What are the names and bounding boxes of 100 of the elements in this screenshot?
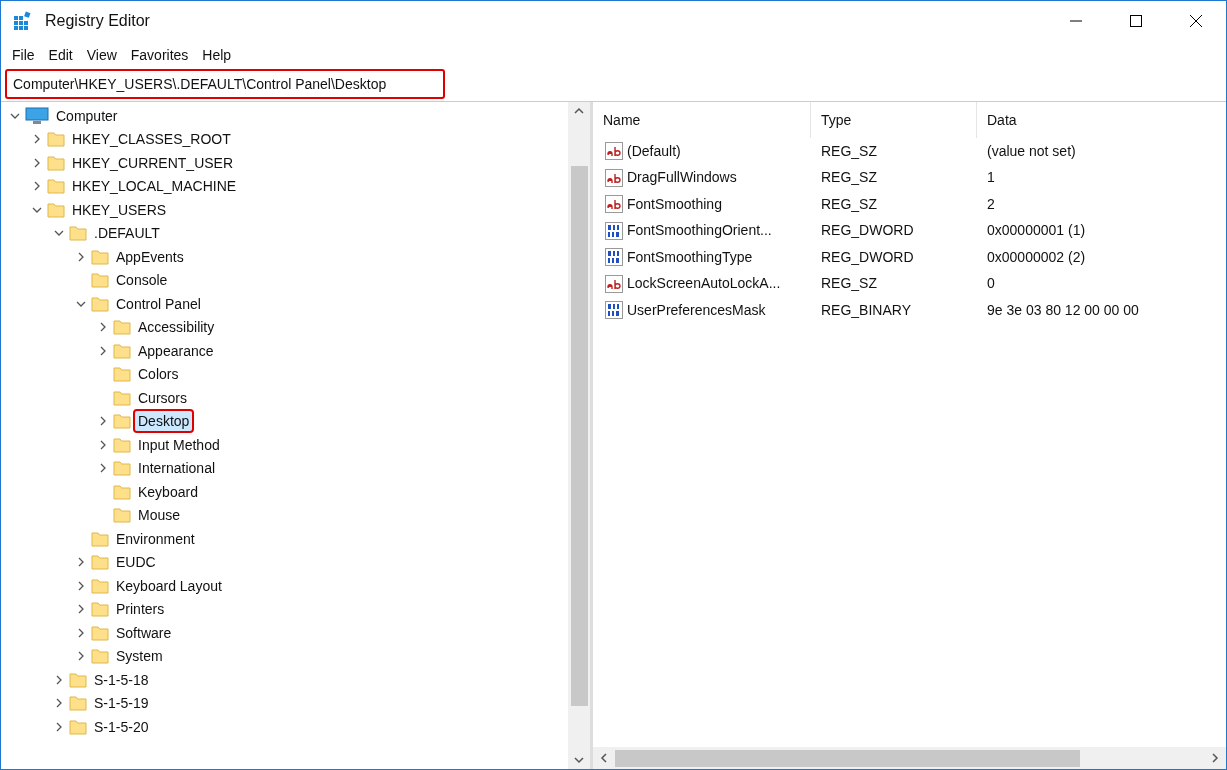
table-cell-text: REG_SZ [820, 194, 878, 214]
scroll-right-icon[interactable] [1210, 752, 1220, 764]
table-cell-text: FontSmoothing [627, 194, 722, 214]
string-value-icon [605, 142, 623, 161]
menu-item[interactable]: Help [195, 44, 239, 66]
tree-item[interactable]: Colors [135, 364, 182, 385]
scrollbar-thumb[interactable] [615, 749, 1080, 767]
tree-item[interactable]: Input Method [135, 434, 223, 455]
table-cell-text: 0x00000001 (1) [986, 221, 1087, 241]
tree-item[interactable]: HKEY_CLASSES_ROOT [69, 129, 234, 150]
column-header[interactable]: Type [811, 102, 977, 138]
table-cell-text: 2 [986, 194, 996, 214]
folder-icon [113, 388, 131, 407]
tree-item[interactable]: EUDC [113, 552, 159, 573]
folder-icon [91, 529, 109, 548]
folder-icon [113, 506, 131, 525]
table-cell-text: DragFullWindows [627, 168, 737, 188]
folder-icon [47, 130, 65, 149]
column-header[interactable]: Data [977, 102, 1226, 138]
folder-icon [69, 224, 87, 243]
tree-item[interactable]: Computer [53, 105, 121, 126]
table-cell-text: 1 [986, 168, 996, 188]
binary-value-icon [605, 301, 623, 320]
scroll-down-icon[interactable] [573, 755, 585, 765]
binary-value-icon [605, 221, 623, 240]
tree-item[interactable]: International [135, 458, 219, 479]
scroll-left-icon[interactable] [599, 752, 609, 764]
table-cell-text: (value not set) [986, 141, 1077, 161]
folder-icon [113, 341, 131, 360]
tree-item[interactable]: Control Panel [113, 293, 204, 314]
tree-item[interactable]: Environment [113, 528, 198, 549]
tree-item[interactable]: .DEFAULT [91, 223, 163, 244]
table-cell-text: FontSmoothingOrient... [627, 221, 772, 241]
tree-item[interactable]: Desktop [135, 411, 193, 432]
string-value-icon [605, 274, 623, 293]
folder-icon [47, 177, 65, 196]
table-cell-text: LockScreenAutoLockA... [627, 274, 781, 294]
menu-item[interactable]: Edit [41, 44, 80, 66]
binary-value-icon [605, 248, 623, 267]
folder-icon [113, 435, 131, 454]
folder-icon [69, 694, 87, 713]
tree-item[interactable]: S-1-5-19 [91, 693, 152, 714]
folder-icon [113, 365, 131, 384]
folder-icon [91, 247, 109, 266]
folder-icon [113, 459, 131, 478]
tree-item[interactable]: Console [113, 270, 171, 291]
close-icon [1190, 15, 1202, 27]
folder-icon [91, 294, 109, 313]
table-cell-text: REG_SZ [820, 168, 878, 188]
tree-item[interactable]: Keyboard [135, 481, 201, 502]
table-cell-text: 0x00000002 (2) [986, 247, 1087, 267]
table-cell-text: REG_BINARY [820, 300, 912, 320]
tree-item[interactable]: Accessibility [135, 317, 218, 338]
table-cell-text: REG_DWORD [820, 247, 915, 267]
table-cell-text: REG_SZ [820, 141, 878, 161]
tree-item[interactable]: S-1-5-20 [91, 716, 152, 737]
address-bar[interactable]: Computer\HKEY_USERS\.DEFAULT\Control Panel\Desktop [5, 69, 445, 99]
folder-icon [91, 271, 109, 290]
folder-icon [69, 670, 87, 689]
table-cell-text: UserPreferencesMask [627, 300, 766, 320]
string-value-icon [605, 195, 623, 214]
tree-item[interactable]: Mouse [135, 505, 184, 526]
folder-icon [113, 482, 131, 501]
table-cell-text: REG_DWORD [820, 221, 915, 241]
tree-item[interactable]: AppEvents [113, 246, 187, 267]
table-cell-text: REG_SZ [820, 274, 878, 294]
folder-icon [113, 318, 131, 337]
scrollbar-thumb[interactable] [570, 165, 588, 706]
folder-icon [47, 200, 65, 219]
folder-icon [91, 623, 109, 642]
menu-item[interactable]: View [79, 44, 124, 66]
horizontal-scrollbar[interactable] [593, 747, 1226, 769]
table-cell-text: FontSmoothingType [627, 247, 753, 267]
menu-item[interactable]: Favorites [123, 44, 196, 66]
tree-item[interactable]: Printers [113, 599, 168, 620]
scroll-up-icon[interactable] [573, 106, 585, 116]
vertical-scrollbar[interactable] [568, 102, 590, 769]
folder-icon [91, 576, 109, 595]
folder-icon [69, 717, 87, 736]
table-cell-text: (Default) [627, 141, 681, 161]
maximize-icon [1130, 15, 1142, 27]
tree-item[interactable]: HKEY_LOCAL_MACHINE [69, 176, 240, 197]
table-cell-text: 9e 3e 03 80 12 00 00 00 [986, 300, 1140, 320]
folder-icon [91, 647, 109, 666]
tree-item[interactable]: Keyboard Layout [113, 575, 225, 596]
tree-item[interactable]: System [113, 646, 166, 667]
tree-item[interactable]: HKEY_USERS [69, 199, 170, 220]
tree-item[interactable]: HKEY_CURRENT_USER [69, 152, 237, 173]
tree-item[interactable]: Cursors [135, 387, 190, 408]
app-icon [13, 11, 33, 31]
menu-item[interactable]: File [5, 44, 42, 66]
computer-icon [25, 106, 49, 125]
column-header[interactable]: Name [593, 102, 811, 138]
tree-item[interactable]: Software [113, 622, 175, 643]
tree-item[interactable]: Appearance [135, 340, 217, 361]
folder-icon [91, 553, 109, 572]
window-title: Registry Editor [45, 11, 150, 31]
folder-icon [47, 153, 65, 172]
tree-item[interactable]: S-1-5-18 [91, 669, 152, 690]
table-cell-text: 0 [986, 274, 996, 294]
